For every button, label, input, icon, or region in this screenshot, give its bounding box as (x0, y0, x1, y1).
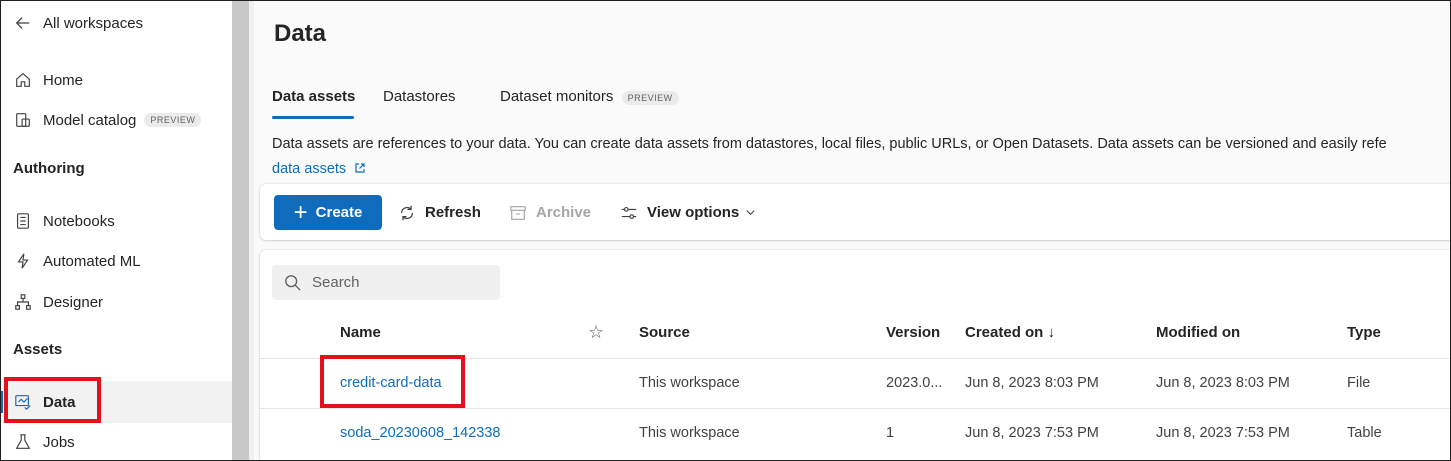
sidebar-item-label: Notebooks (43, 212, 115, 230)
search-icon (285, 274, 301, 291)
flask-icon (12, 431, 34, 453)
main-content: Data Data assets Datastores Dataset moni… (254, 0, 1451, 461)
page-title: Data (274, 20, 327, 47)
sidebar-item-jobs[interactable]: Jobs (12, 426, 75, 458)
all-workspaces-link[interactable]: All workspaces (12, 7, 143, 39)
home-icon (12, 69, 34, 91)
tab-data-assets[interactable]: Data assets (272, 88, 355, 105)
header-divider (260, 358, 1451, 359)
tab-label: Dataset monitors (500, 88, 614, 105)
tab-dataset-monitors[interactable]: Dataset monitors PREVIEW (500, 88, 679, 105)
asset-name-link[interactable]: soda_20230608_142338 (340, 425, 500, 441)
link-label: data assets (272, 161, 347, 177)
sidebar-item-label: Automated ML (43, 252, 141, 270)
asset-name-link[interactable]: credit-card-data (340, 375, 442, 391)
active-tab-indicator (272, 116, 354, 119)
column-header-version[interactable]: Version (886, 324, 940, 341)
sidebar-item-label: Home (43, 71, 84, 89)
type-cell: File (1347, 375, 1371, 391)
sidebar-item-data[interactable]: Data (12, 386, 76, 418)
source-cell: This workspace (639, 375, 740, 391)
favorite-star-icon[interactable]: ☆ (588, 322, 604, 343)
left-navigation: All workspaces Home Model catalog PREVIE… (0, 0, 232, 461)
column-header-created-on[interactable]: Created on ↓ (965, 324, 1055, 341)
search-placeholder: Search (312, 274, 360, 291)
version-cell: 2023.0... (886, 375, 943, 391)
refresh-label: Refresh (425, 204, 481, 221)
sidebar-item-label: Jobs (43, 433, 75, 451)
sidebar-item-label: Designer (43, 293, 104, 311)
sidebar-item-notebooks[interactable]: Notebooks (12, 205, 115, 237)
sidebar-item-label: Model catalog (43, 111, 137, 129)
designer-icon (12, 291, 34, 313)
sidebar-item-model-catalog[interactable]: Model catalog PREVIEW (12, 104, 202, 136)
sidebar-splitter[interactable] (232, 0, 249, 461)
description-text: Data assets are references to your data.… (272, 136, 1387, 152)
data-assets-table: Search Name ☆ Source Version Created on … (260, 250, 1451, 461)
chevron-down-icon (746, 210, 755, 216)
view-options-button[interactable]: View options (620, 195, 756, 230)
sidebar-item-automated-ml[interactable]: Automated ML (12, 245, 141, 277)
archive-button[interactable]: Archive (509, 195, 591, 230)
sidebar-item-designer[interactable]: Designer (12, 286, 103, 318)
assets-heading: Assets (13, 341, 63, 358)
command-bar: + Create Refresh Archive View options (260, 184, 1451, 240)
create-label: Create (315, 204, 363, 221)
archive-icon (510, 205, 526, 220)
created-on-cell: Jun 8, 2023 7:53 PM (965, 425, 1099, 441)
view-options-label: View options (647, 204, 740, 221)
model-catalog-icon (12, 109, 34, 131)
create-button[interactable]: + Create (274, 195, 382, 230)
authoring-heading: Authoring (13, 160, 85, 177)
tab-datastores[interactable]: Datastores (383, 88, 456, 105)
column-header-modified-on[interactable]: Modified on (1156, 324, 1240, 341)
column-header-name[interactable]: Name (340, 324, 381, 341)
all-workspaces-label: All workspaces (43, 14, 144, 32)
sliders-icon (621, 206, 637, 219)
data-icon (12, 391, 34, 413)
automated-ml-icon (12, 250, 34, 272)
type-cell: Table (1347, 425, 1382, 441)
search-input[interactable]: Search (272, 265, 500, 300)
preview-badge: PREVIEW (621, 91, 679, 105)
active-item-indicator (0, 391, 3, 413)
sidebar-item-home[interactable]: Home (12, 64, 83, 96)
source-cell: This workspace (639, 425, 740, 441)
notebook-icon (12, 210, 34, 232)
data-assets-learn-link[interactable]: data assets (272, 161, 366, 178)
created-on-cell: Jun 8, 2023 8:03 PM (965, 375, 1099, 391)
refresh-button[interactable]: Refresh (398, 195, 481, 230)
archive-label: Archive (536, 204, 592, 221)
modified-on-cell: Jun 8, 2023 7:53 PM (1156, 425, 1290, 441)
external-link-icon (354, 162, 366, 178)
preview-badge: PREVIEW (144, 113, 202, 127)
modified-on-cell: Jun 8, 2023 8:03 PM (1156, 375, 1290, 391)
back-arrow-icon (12, 12, 34, 34)
version-cell: 1 (886, 425, 895, 441)
row-divider (260, 408, 1451, 409)
sidebar-item-label: Data (43, 393, 76, 411)
refresh-icon (400, 205, 414, 220)
column-header-type[interactable]: Type (1347, 324, 1381, 341)
plus-icon: + (293, 198, 308, 226)
column-header-source[interactable]: Source (639, 324, 690, 341)
